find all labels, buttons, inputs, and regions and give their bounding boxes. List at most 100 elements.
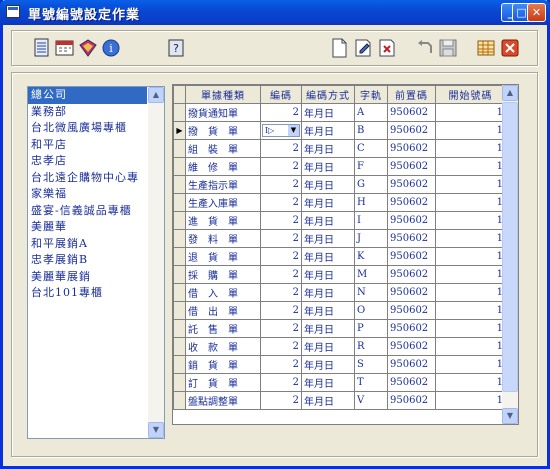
cell-track[interactable]: O	[354, 301, 388, 320]
row-selector[interactable]	[173, 175, 186, 194]
table-row[interactable]: ▶ 撥 貨 單 I▷ ▼ 年月日 B 950602 1	[173, 121, 506, 140]
store-list-item[interactable]: 和平店	[28, 137, 164, 154]
calendar-icon[interactable]	[54, 37, 76, 59]
help-icon[interactable]: ?	[165, 37, 187, 59]
cell-code[interactable]: I▷ ▼	[260, 121, 302, 140]
book-icon[interactable]	[77, 37, 99, 59]
cell-code[interactable]: 2	[260, 283, 302, 302]
cell-code[interactable]: 2	[260, 391, 302, 410]
table-row[interactable]: 退 貨 單 2 年月日 K 950602 1	[173, 247, 506, 266]
cell-prefix[interactable]: 950602	[387, 211, 436, 230]
store-list-item[interactable]: 盛宴-信義誠品專櫃	[28, 203, 164, 220]
table-row[interactable]: 借 出 單 2 年月日 O 950602 1	[173, 301, 506, 320]
row-selector[interactable]	[173, 319, 186, 338]
cell-doc[interactable]: 生產入庫單	[185, 193, 261, 212]
cell-track[interactable]: H	[354, 193, 388, 212]
store-list[interactable]: 總公司 業務部 台北微風廣場專櫃 和平店 忠孝店 台北遠企購物中心專 家樂福 盛宴-信義誠品專…	[27, 86, 165, 439]
cell-prefix[interactable]: 950602	[387, 121, 436, 140]
cell-code[interactable]: 2	[260, 319, 302, 338]
scroll-down-icon[interactable]: ▼	[148, 422, 164, 438]
column-header[interactable]: 字軌	[354, 85, 388, 104]
cell-mode[interactable]: 年月日	[301, 247, 355, 266]
cell-start[interactable]: 1	[435, 193, 506, 212]
cell-doc[interactable]: 組 裝 單	[185, 139, 261, 158]
cell-prefix[interactable]: 950602	[387, 373, 436, 392]
column-header[interactable]: 編碼	[260, 85, 302, 104]
cell-doc[interactable]: 進 貨 單	[185, 211, 261, 230]
cell-code[interactable]: 2	[260, 247, 302, 266]
row-selector[interactable]	[173, 247, 186, 266]
cell-mode[interactable]: 年月日	[301, 193, 355, 212]
close-button[interactable]: ✕	[527, 3, 546, 22]
table-row[interactable]: 生產入庫單 2 年月日 H 950602 1	[173, 193, 506, 212]
row-selector[interactable]	[173, 211, 186, 230]
cell-start[interactable]: 1	[435, 391, 506, 410]
cell-code[interactable]: 2	[260, 175, 302, 194]
cell-track[interactable]: J	[354, 229, 388, 248]
cell-prefix[interactable]: 950602	[387, 229, 436, 248]
cell-code[interactable]: 2	[260, 139, 302, 158]
cell-doc[interactable]: 發 料 單	[185, 229, 261, 248]
new-document-icon[interactable]	[328, 37, 350, 59]
cell-mode[interactable]: 年月日	[301, 211, 355, 230]
cell-start[interactable]: 1	[435, 175, 506, 194]
column-header[interactable]: 前置碼	[387, 85, 436, 104]
scroll-up-icon[interactable]: ▲	[148, 87, 164, 103]
table-row[interactable]: 維 修 單 2 年月日 F 950602 1	[173, 157, 506, 176]
cell-doc[interactable]: 生產指示單	[185, 175, 261, 194]
column-header[interactable]: 單據種類	[185, 85, 261, 104]
cell-doc[interactable]: 撥 貨 單	[185, 121, 261, 140]
cell-mode[interactable]: 年月日	[301, 355, 355, 374]
cell-mode[interactable]: 年月日	[301, 157, 355, 176]
cell-mode[interactable]: 年月日	[301, 337, 355, 356]
delete-document-icon[interactable]	[376, 37, 398, 59]
title-bar[interactable]: 單號編號設定作業 _ □ ✕	[0, 0, 550, 25]
cell-start[interactable]: 1	[435, 247, 506, 266]
cell-track[interactable]: F	[354, 157, 388, 176]
cell-code[interactable]: 2	[260, 265, 302, 284]
edit-document-icon[interactable]	[352, 37, 374, 59]
cell-track[interactable]: C	[354, 139, 388, 158]
store-list-item[interactable]: 台北微風廣場專櫃	[28, 120, 164, 137]
cell-doc[interactable]: 借 入 單	[185, 283, 261, 302]
cell-doc[interactable]: 盤點調整單	[185, 391, 261, 410]
cell-prefix[interactable]: 950602	[387, 283, 436, 302]
cell-doc[interactable]: 退 貨 單	[185, 247, 261, 266]
row-selector[interactable]	[173, 103, 186, 122]
store-list-item[interactable]: 總公司	[28, 87, 147, 104]
table-row[interactable]: 盤點調整單 2 年月日 V 950602 1	[173, 391, 506, 410]
cell-mode[interactable]: 年月日	[301, 373, 355, 392]
cell-start[interactable]: 1	[435, 121, 506, 140]
cell-start[interactable]: 1	[435, 319, 506, 338]
cell-prefix[interactable]: 950602	[387, 139, 436, 158]
cell-doc[interactable]: 訂 貨 單	[185, 373, 261, 392]
row-selector[interactable]	[173, 391, 186, 410]
table-row[interactable]: 發 料 單 2 年月日 J 950602 1	[173, 229, 506, 248]
cell-prefix[interactable]: 950602	[387, 301, 436, 320]
grid-scroll-up-icon[interactable]: ▲	[502, 85, 518, 101]
row-selector[interactable]	[173, 229, 186, 248]
cell-start[interactable]: 1	[435, 337, 506, 356]
table-row[interactable]: 託 售 單 2 年月日 P 950602 1	[173, 319, 506, 338]
cell-prefix[interactable]: 950602	[387, 355, 436, 374]
cell-track[interactable]: G	[354, 175, 388, 194]
grid-scroll-thumb[interactable]	[502, 102, 518, 392]
cell-prefix[interactable]: 950602	[387, 175, 436, 194]
store-list-item[interactable]: 忠孝店	[28, 153, 164, 170]
cell-code[interactable]: 2	[260, 229, 302, 248]
row-selector[interactable]	[173, 301, 186, 320]
cell-mode[interactable]: 年月日	[301, 283, 355, 302]
cell-mode[interactable]: 年月日	[301, 175, 355, 194]
exit-icon[interactable]	[499, 37, 521, 59]
cell-mode[interactable]: 年月日	[301, 301, 355, 320]
list-icon[interactable]	[31, 37, 53, 59]
cell-mode[interactable]: 年月日	[301, 139, 355, 158]
cell-track[interactable]: N	[354, 283, 388, 302]
cell-track[interactable]: B	[354, 121, 388, 140]
cell-prefix[interactable]: 950602	[387, 193, 436, 212]
cell-track[interactable]: M	[354, 265, 388, 284]
cell-doc[interactable]: 借 出 單	[185, 301, 261, 320]
cell-prefix[interactable]: 950602	[387, 337, 436, 356]
cell-track[interactable]: I	[354, 211, 388, 230]
cell-mode[interactable]: 年月日	[301, 265, 355, 284]
